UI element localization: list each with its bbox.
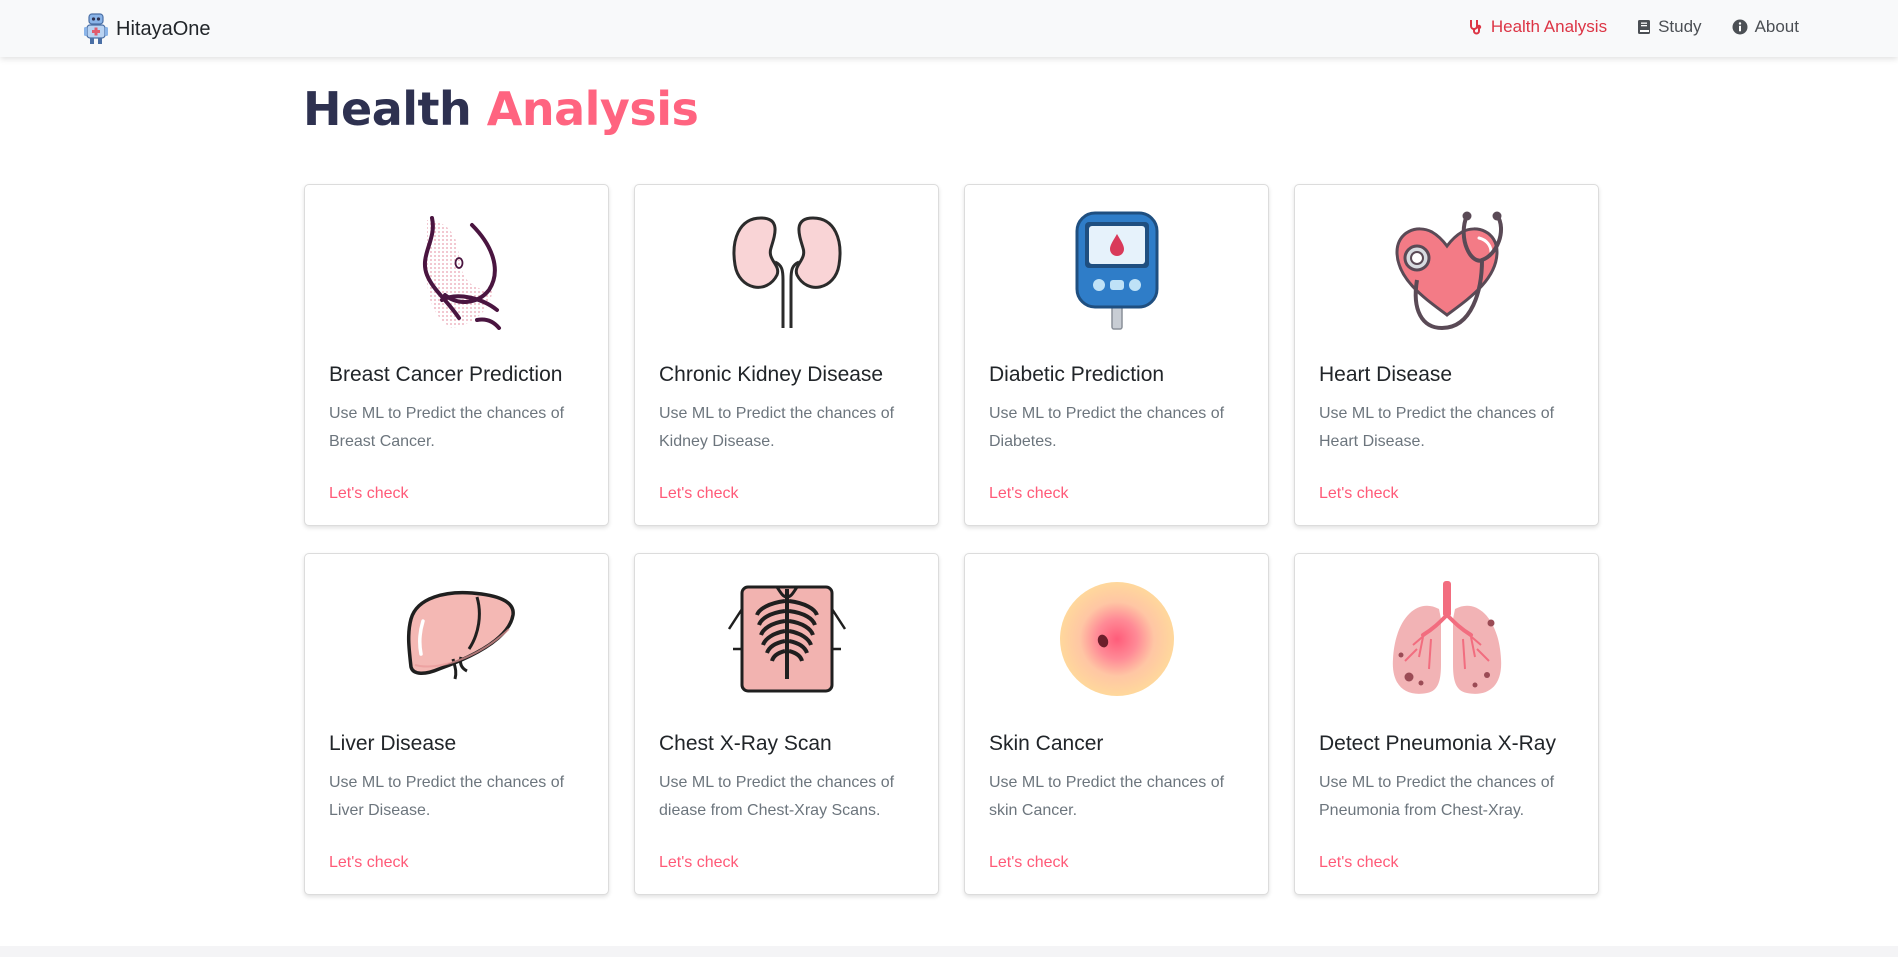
card-text: Use ML to Predict the chances of Kidney … [659, 405, 895, 450]
lets-check-link[interactable]: Let's check [989, 854, 1069, 872]
lets-check-link[interactable]: Let's check [659, 854, 739, 872]
lets-check-link[interactable]: Let's check [329, 854, 409, 872]
breast-icon [422, 216, 501, 330]
nav-health-analysis[interactable]: Health Analysis [1468, 17, 1607, 37]
card-title: Heart Disease [1319, 363, 1453, 386]
card-title: Breast Cancer Prediction [329, 363, 563, 386]
chest-xray-icon [727, 585, 846, 693]
navbar: HitayaOne Health Analysis Study About [0, 0, 1898, 57]
heart-stethoscope-icon [1394, 211, 1503, 330]
lets-check-link[interactable]: Let's check [1319, 485, 1399, 503]
nav-about-label: About [1754, 17, 1799, 36]
nav-about[interactable]: About [1732, 17, 1799, 37]
lets-check-link[interactable]: Let's check [329, 485, 409, 503]
lets-check-link[interactable]: Let's check [659, 485, 739, 503]
card-text: Use ML to Predict the chances of diease … [659, 774, 895, 819]
card-skin-cancer: Skin Cancer Use ML to Predict the chance… [964, 553, 1269, 895]
footer-strip [0, 946, 1898, 957]
brand-name: HitayaOne [116, 17, 211, 40]
lets-check-link[interactable]: Let's check [1319, 854, 1399, 872]
card-text: Use ML to Predict the chances of skin Ca… [989, 774, 1225, 819]
nav-links: Health Analysis Study About [1468, 17, 1799, 37]
nav-health-analysis-label: Health Analysis [1490, 17, 1608, 36]
info-circle-icon [1732, 19, 1748, 35]
card-title: Detect Pneumonia X-Ray [1319, 732, 1556, 755]
page-title-part1: Health [303, 82, 472, 136]
robot-doctor-icon [84, 13, 108, 44]
card-text: Use ML to Predict the chances of Breast … [329, 405, 565, 450]
card-title: Chronic Kidney Disease [659, 363, 884, 386]
nav-study-label: Study [1658, 17, 1702, 36]
card-text: Use ML to Predict the chances of Heart D… [1319, 405, 1555, 450]
liver-icon [406, 590, 515, 680]
card-pneumonia: Detect Pneumonia X-Ray Use ML to Predict… [1294, 553, 1599, 895]
nav-study[interactable]: Study [1637, 17, 1702, 37]
glucose-meter-icon [1075, 211, 1158, 330]
card-title: Diabetic Prediction [989, 363, 1165, 386]
skin-lesion-icon [1059, 582, 1174, 696]
card-text: Use ML to Predict the chances of Pneumon… [1319, 774, 1555, 819]
card-breast-cancer: Breast Cancer Prediction Use ML to Predi… [304, 184, 609, 526]
card-text: Use ML to Predict the chances of Liver D… [329, 774, 565, 819]
card-liver-disease: Liver Disease Use ML to Predict the chan… [304, 553, 609, 895]
card-chest-xray: Chest X-Ray Scan Use ML to Predict the c… [634, 553, 939, 895]
card-diabetic: Diabetic Prediction Use ML to Predict th… [964, 184, 1269, 526]
brand-link[interactable]: HitayaOne [82, 12, 211, 46]
kidney-icon [732, 216, 841, 328]
card-title: Liver Disease [329, 732, 457, 755]
card-text: Use ML to Predict the chances of Diabete… [989, 405, 1225, 450]
card-kidney-disease: Chronic Kidney Disease Use ML to Predict… [634, 184, 939, 526]
lungs-icon [1392, 581, 1501, 694]
card-heart-disease: Heart Disease Use ML to Predict the chan… [1294, 184, 1599, 526]
card-title: Skin Cancer [989, 732, 1104, 755]
page-title-part2: Analysis [486, 82, 699, 136]
book-icon [1638, 20, 1651, 34]
lets-check-link[interactable]: Let's check [989, 485, 1069, 503]
stethoscope-icon [1469, 20, 1482, 35]
page-title: Health Analysis [303, 82, 699, 136]
card-title: Chest X-Ray Scan [659, 732, 832, 755]
